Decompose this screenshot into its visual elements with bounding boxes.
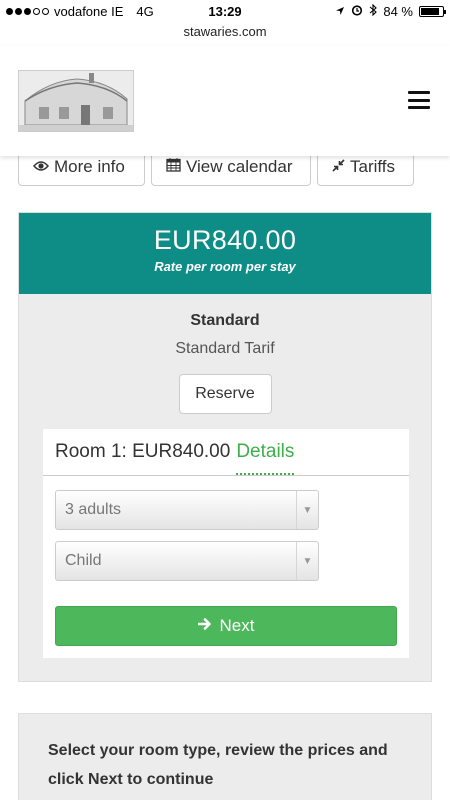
details-link[interactable]: Details (236, 441, 295, 475)
rate-subtitle: Rate per room per stay (154, 259, 296, 274)
instructions-text: Select your room type, review the prices… (48, 742, 388, 788)
instructions-panel: Select your room type, review the prices… (18, 713, 432, 800)
site-header (0, 46, 450, 156)
rate-card: EUR840.00 Rate per room per stay Standar… (18, 212, 432, 682)
next-label: Next (219, 616, 255, 635)
dropdown-arrow-icon: ▼ (296, 542, 318, 580)
next-button[interactable]: Next (55, 606, 397, 646)
child-selected-value: Child (65, 552, 102, 569)
hamburger-menu-icon[interactable] (408, 91, 430, 109)
reserve-button[interactable]: Reserve (178, 374, 272, 414)
status-right: 84 % (335, 3, 446, 19)
compress-arrows-icon (332, 157, 345, 177)
battery-percent: 84 % (383, 4, 413, 19)
address-bar-url[interactable]: stawaries.com (0, 24, 450, 39)
tarif-name: Standard Tarif (175, 340, 275, 357)
more-info-label: More info (54, 157, 125, 176)
battery-icon (419, 6, 446, 17)
view-calendar-label: View calendar (186, 157, 293, 176)
dropdown-arrow-icon: ▼ (296, 491, 318, 529)
room-heading: Room 1: EUR840.00 Details (43, 429, 409, 476)
house-sketch-logo[interactable] (18, 70, 134, 132)
adults-select[interactable]: 3 adults ▼ (55, 490, 319, 530)
location-arrow-icon (335, 4, 345, 19)
alarm-icon (351, 4, 363, 19)
tariffs-label: Tariffs (350, 157, 396, 176)
bluetooth-icon (369, 3, 378, 19)
room-price-label: Room 1: EUR840.00 (55, 441, 231, 462)
rate-amount: EUR840.00 (153, 225, 297, 255)
arrow-right-icon (197, 616, 212, 636)
status-bar: vodafone IE 4G 13:29 84 % (0, 0, 450, 22)
room-booking-panel: Room 1: EUR840.00 Details 3 adults ▼ Chi… (43, 429, 409, 658)
rate-banner: EUR840.00 Rate per room per stay (19, 213, 431, 294)
room-type-name: Standard (190, 312, 260, 329)
child-select[interactable]: Child ▼ (55, 541, 319, 581)
adults-selected-value: 3 adults (65, 501, 122, 518)
eye-icon (33, 157, 49, 177)
calendar-icon (166, 157, 181, 177)
